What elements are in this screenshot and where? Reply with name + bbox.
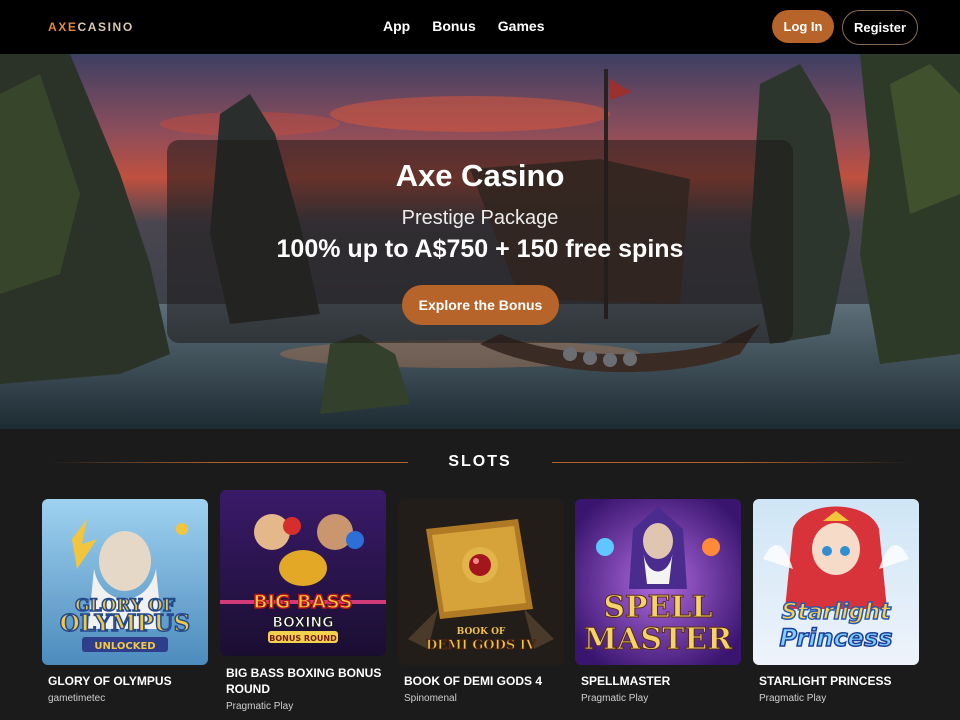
game-provider: Pragmatic Play (581, 693, 649, 704)
svg-text:BONUS ROUND: BONUS ROUND (269, 634, 337, 643)
game-provider: Pragmatic Play (226, 701, 294, 712)
main-nav: App Bonus Games (383, 18, 566, 34)
game-thumbnail[interactable]: BIG BASS BOXING BONUS ROUND (220, 490, 386, 656)
svg-text:BOXING: BOXING (272, 615, 333, 631)
game-title[interactable]: BOOK OF DEMI GODS 4 (404, 673, 560, 689)
svg-text:MASTER: MASTER (584, 622, 733, 657)
svg-text:Starlight: Starlight (781, 600, 892, 625)
nav-link-app[interactable]: App (383, 18, 410, 34)
register-button[interactable]: Register (842, 10, 918, 45)
svg-text:SPELL: SPELL (603, 590, 712, 625)
spellmaster-art: SPELL MASTER (575, 499, 741, 665)
axe-casino-logo[interactable]: AXECASINO (48, 20, 134, 34)
nav-link-games[interactable]: Games (498, 18, 545, 34)
starlight-princess-art: Starlight Princess (753, 499, 919, 665)
glory-of-olympus-art: GLORY OF OLYMPUS UNLOCKED (42, 499, 208, 665)
game-title[interactable]: SPELLMASTER (581, 673, 737, 689)
game-provider: gametimetec (48, 693, 106, 704)
hero-subtitle: Prestige Package (401, 207, 559, 229)
game-thumbnail[interactable]: GLORY OF OLYMPUS UNLOCKED (42, 499, 208, 665)
logo-text: CASINO (77, 20, 134, 34)
hero-offer-text: 100% up to A$750 + 150 free spins (276, 235, 684, 263)
login-button[interactable]: Log In (772, 10, 834, 43)
game-thumbnail[interactable]: Starlight Princess (753, 499, 919, 665)
game-title[interactable]: GLORY OF OLYMPUS (48, 673, 204, 689)
explore-bonus-button[interactable]: Explore the Bonus (402, 285, 559, 325)
svg-text:BOOK OF: BOOK OF (457, 627, 506, 637)
hero-title: Axe Casino (395, 158, 565, 193)
game-provider: Pragmatic Play (759, 693, 827, 704)
svg-text:OLYMPUS: OLYMPUS (60, 610, 191, 637)
book-of-demi-gods-art: BOOK OF DEMI GODS IV (398, 499, 564, 665)
game-title[interactable]: BIG BASS BOXING BONUS ROUND (226, 665, 382, 697)
game-thumbnail[interactable]: BOOK OF DEMI GODS IV (398, 499, 564, 665)
section-divider-right (552, 462, 912, 463)
svg-text:BIG BASS: BIG BASS (253, 591, 352, 613)
nav-link-bonus[interactable]: Bonus (432, 18, 476, 34)
svg-text:UNLOCKED: UNLOCKED (94, 641, 155, 652)
game-provider: Spinomenal (404, 693, 457, 704)
game-title[interactable]: STARLIGHT PRINCESS (759, 673, 915, 689)
big-bass-boxing-art: BIG BASS BOXING BONUS ROUND (220, 490, 386, 656)
hero-banner: Axe Casino Prestige Package 100% up to A… (0, 54, 960, 429)
svg-text:DEMI GODS IV: DEMI GODS IV (426, 638, 537, 653)
logo-accent-text: AXE (48, 20, 78, 34)
top-navigation-bar: AXECASINO App Bonus Games Log In Registe… (0, 0, 960, 54)
svg-text:Princess: Princess (779, 624, 892, 652)
game-thumbnail[interactable]: SPELL MASTER (575, 499, 741, 665)
